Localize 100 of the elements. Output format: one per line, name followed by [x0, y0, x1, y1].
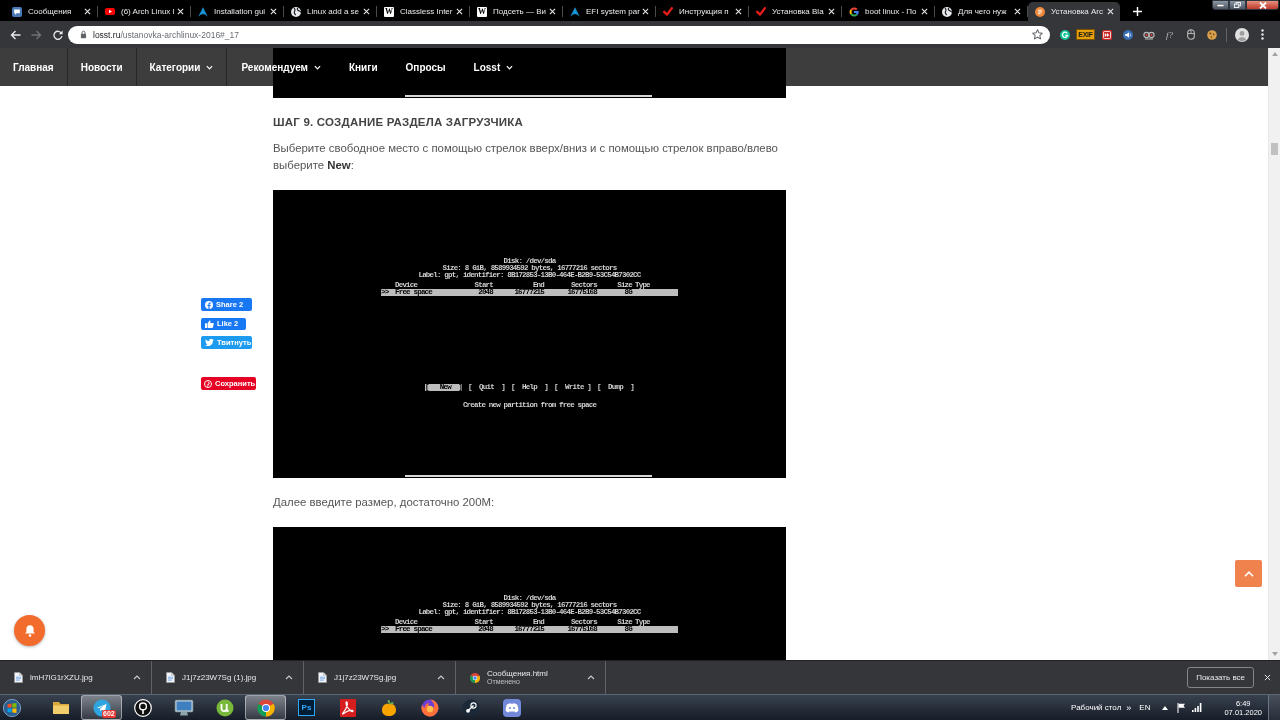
ring-logo-icon — [204, 379, 212, 388]
caret-down-icon — [206, 64, 214, 70]
scrollbar-thumb[interactable] — [1271, 143, 1278, 155]
close-icon[interactable] — [177, 8, 184, 15]
triangle-up-icon[interactable] — [1162, 705, 1169, 710]
browser-tab[interactable]: W Classless Inter — [377, 2, 469, 21]
taskbar-button[interactable]: Ps — [286, 695, 327, 720]
close-icon[interactable] — [363, 8, 370, 15]
file-name[interactable]: Сообщения.html — [487, 669, 580, 678]
file-name[interactable]: lmH7lG1rXZU.jpg — [30, 673, 126, 682]
segmented-circle-icon — [256, 698, 275, 717]
nav-link[interactable]: Книги — [334, 48, 392, 86]
close-icon[interactable] — [1107, 8, 1114, 15]
circle-logo-icon — [1035, 6, 1045, 17]
mouse-icon[interactable] — [1186, 29, 1195, 40]
flame-circle-icon — [420, 698, 439, 717]
check-icon — [663, 7, 673, 16]
star-icon[interactable] — [1032, 29, 1043, 40]
close-icon[interactable] — [84, 8, 91, 15]
address-bar[interactable]: losst.ru/ustanovka-archlinux-2016#_17 — [68, 25, 1050, 44]
paragraph: Далее введите размер, достаточно 200M: — [273, 495, 496, 510]
check-icon — [756, 7, 766, 16]
fast-forward-icon[interactable] — [1101, 29, 1112, 40]
close-icon[interactable] — [1014, 8, 1021, 15]
signal-bars-icon[interactable] — [1192, 703, 1203, 712]
minimize-button[interactable] — [1212, 0, 1229, 10]
cookie-icon[interactable] — [1206, 29, 1217, 40]
play-icon — [105, 8, 115, 15]
browser-tab[interactable]: Сообщения — [5, 2, 97, 21]
fruit-icon — [379, 698, 398, 717]
notification-button[interactable] — [14, 615, 45, 646]
reload-icon — [52, 29, 63, 40]
caret-up-icon[interactable] — [133, 675, 141, 680]
browser-tab[interactable]: Linux add a se — [284, 2, 376, 21]
file-name[interactable]: J1j7z23W7Sg (1).jpg — [182, 673, 278, 682]
nav-link[interactable]: Новости — [67, 48, 137, 86]
browser-tab[interactable]: (6) Arch Linux I — [98, 2, 190, 21]
avatar-icon[interactable] — [1234, 27, 1249, 42]
flag-icon[interactable] — [1177, 702, 1187, 713]
close-icon[interactable] — [642, 8, 649, 15]
ring-logo-icon[interactable] — [1059, 29, 1070, 40]
show-all-button[interactable]: Показать все — [1187, 667, 1254, 688]
browser-tab[interactable]: W Подсеть — Ви — [470, 2, 562, 21]
nav-link[interactable]: Опросы — [391, 48, 460, 86]
letter-favicon: W — [384, 6, 394, 17]
language-indicator[interactable]: EN — [1139, 703, 1151, 712]
file-name[interactable]: J1j7z23W7Sg.jpg — [334, 673, 430, 682]
bird-icon — [205, 339, 214, 346]
maximize-icon — [1234, 2, 1241, 8]
browser-tab[interactable]: Инструкция п — [656, 2, 748, 21]
caret-up-icon[interactable] — [587, 675, 595, 680]
browser-tab[interactable]: Установка Bla — [749, 2, 841, 21]
scrollbar[interactable] — [1268, 48, 1280, 660]
swirl-icon — [338, 698, 357, 717]
arrow-left-icon — [10, 29, 21, 40]
close-icon[interactable] — [456, 8, 463, 15]
nav-link[interactable]: Losst — [459, 48, 528, 86]
toolbar-chevron[interactable]: » — [1126, 702, 1132, 713]
start-orb-icon — [3, 698, 21, 717]
show-desktop-button[interactable] — [1268, 695, 1280, 720]
browser-tab[interactable]: EFI system par — [563, 2, 655, 21]
glasses-icon[interactable] — [1142, 29, 1155, 40]
browser-tab[interactable]: Установка Arc — [1028, 2, 1120, 21]
browser-tab[interactable]: Для чего нуж — [935, 2, 1027, 21]
close-icon[interactable] — [921, 8, 928, 15]
close-icon[interactable] — [549, 8, 556, 15]
paragraph: Выберите свободное место с помощью стрелок вверх/вниз и с помощью стрелок вправо/влево выберите New: — [273, 141, 779, 173]
nav-link[interactable]: Категории — [136, 48, 228, 86]
speaker-icon[interactable] — [1122, 29, 1133, 40]
browser-tab[interactable]: Installation gui — [191, 2, 283, 21]
maximize-button[interactable] — [1229, 0, 1246, 10]
nav-link[interactable]: Рекомендуем — [227, 48, 335, 86]
caret-up-icon[interactable] — [437, 675, 445, 680]
circle-logo-icon — [205, 300, 213, 309]
browser-tab[interactable]: boot linux - По — [842, 2, 934, 21]
triangle-logo-icon — [570, 6, 580, 17]
piston-logo-icon — [461, 698, 480, 717]
letter-favicon: W — [477, 6, 487, 17]
file-icon — [166, 672, 175, 683]
caret-down-icon — [313, 64, 321, 70]
taskbar-button[interactable] — [245, 695, 286, 720]
app-tile: Ps — [298, 699, 315, 716]
file-icon — [318, 672, 327, 683]
caret-up-icon — [1243, 570, 1254, 577]
desktop-toolbar-label: Рабочий стол — [1071, 703, 1122, 712]
segmented-circle-icon — [470, 672, 480, 683]
globe-icon — [942, 6, 952, 17]
keyhole-icon — [133, 698, 152, 717]
menu-icon[interactable] — [1261, 29, 1264, 40]
extension-button[interactable]: f? — [1166, 29, 1173, 40]
nav-link[interactable]: Главная — [0, 48, 68, 86]
caret-up-icon[interactable] — [285, 675, 293, 680]
plus-icon — [1133, 7, 1142, 16]
close-icon — [1258, 1, 1267, 9]
close-icon[interactable] — [1264, 674, 1271, 681]
close-icon[interactable] — [270, 8, 277, 15]
close-button[interactable] — [1246, 0, 1279, 10]
globe-icon — [291, 6, 301, 17]
close-icon[interactable] — [828, 8, 835, 15]
close-icon[interactable] — [735, 8, 742, 15]
